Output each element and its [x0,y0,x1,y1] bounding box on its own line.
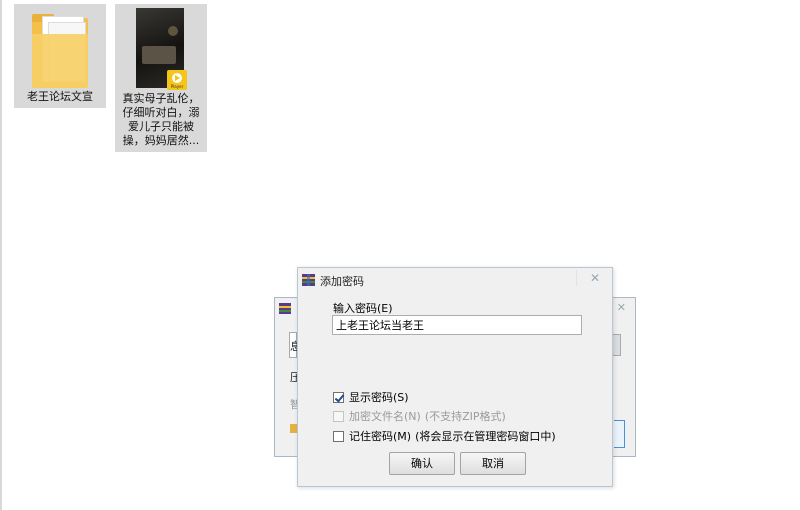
password-label: 输入密码(E) [333,302,393,315]
player-badge-icon: Player [167,70,187,90]
show-password-checkbox[interactable] [333,391,344,403]
window-edge [0,0,2,510]
remember-password-hint: (将会显示在管理密码窗口中) [415,430,556,443]
dialog-title: 添加密码 [320,275,364,288]
winrar-icon [302,274,315,286]
video-label-line: 真实母子乱伦， [122,92,200,105]
show-password-label: 显示密码(S) [349,391,409,404]
password-input[interactable] [332,315,582,335]
confirm-button[interactable]: 确认 [389,452,455,475]
player-badge-text: Player [170,84,184,89]
title-bar[interactable]: 添加密码 ✕ [298,268,612,292]
encrypt-filenames-label: 加密文件名(N) [349,410,421,423]
video-label-line: 操，妈妈居然... [122,134,200,147]
encrypt-filenames-checkbox-row: 加密文件名(N) (不支持ZIP格式) [333,408,506,424]
video-label: 真实母子乱伦， 仔细听对白，溺 爱儿子只能被 操，妈妈居然... [117,92,205,148]
close-icon[interactable]: ✕ [576,270,613,286]
remember-password-checkbox[interactable] [333,430,344,442]
remember-password-checkbox-row[interactable]: 记住密码(M) (将会显示在管理密码窗口中) [333,428,556,444]
show-password-checkbox-row[interactable]: 显示密码(S) [333,389,409,405]
folder-label: 老王论坛文宣 [27,90,93,103]
video-label-line: 爱儿子只能被 [128,120,194,133]
encrypt-filenames-hint: (不支持ZIP格式) [424,410,506,423]
remember-password-label: 记住密码(M) [349,430,412,443]
folder-icon [32,12,90,88]
close-icon[interactable]: ✕ [617,301,626,314]
desktop-folder-item[interactable]: 老王论坛文宣 [14,4,106,108]
encrypt-filenames-checkbox [333,410,344,422]
desktop-video-item[interactable]: Player 真实母子乱伦， 仔细听对白，溺 爱儿子只能被 操，妈妈居然... [115,4,207,152]
back-ok-button[interactable] [614,420,625,448]
cancel-button[interactable]: 取消 [460,452,526,475]
winrar-icon [279,303,291,314]
add-password-dialog: 添加密码 ✕ 输入密码(E) 显示密码(S) 加密文件名(N) (不支持ZIP格… [297,267,613,487]
video-label-line: 仔细听对白，溺 [122,106,200,119]
